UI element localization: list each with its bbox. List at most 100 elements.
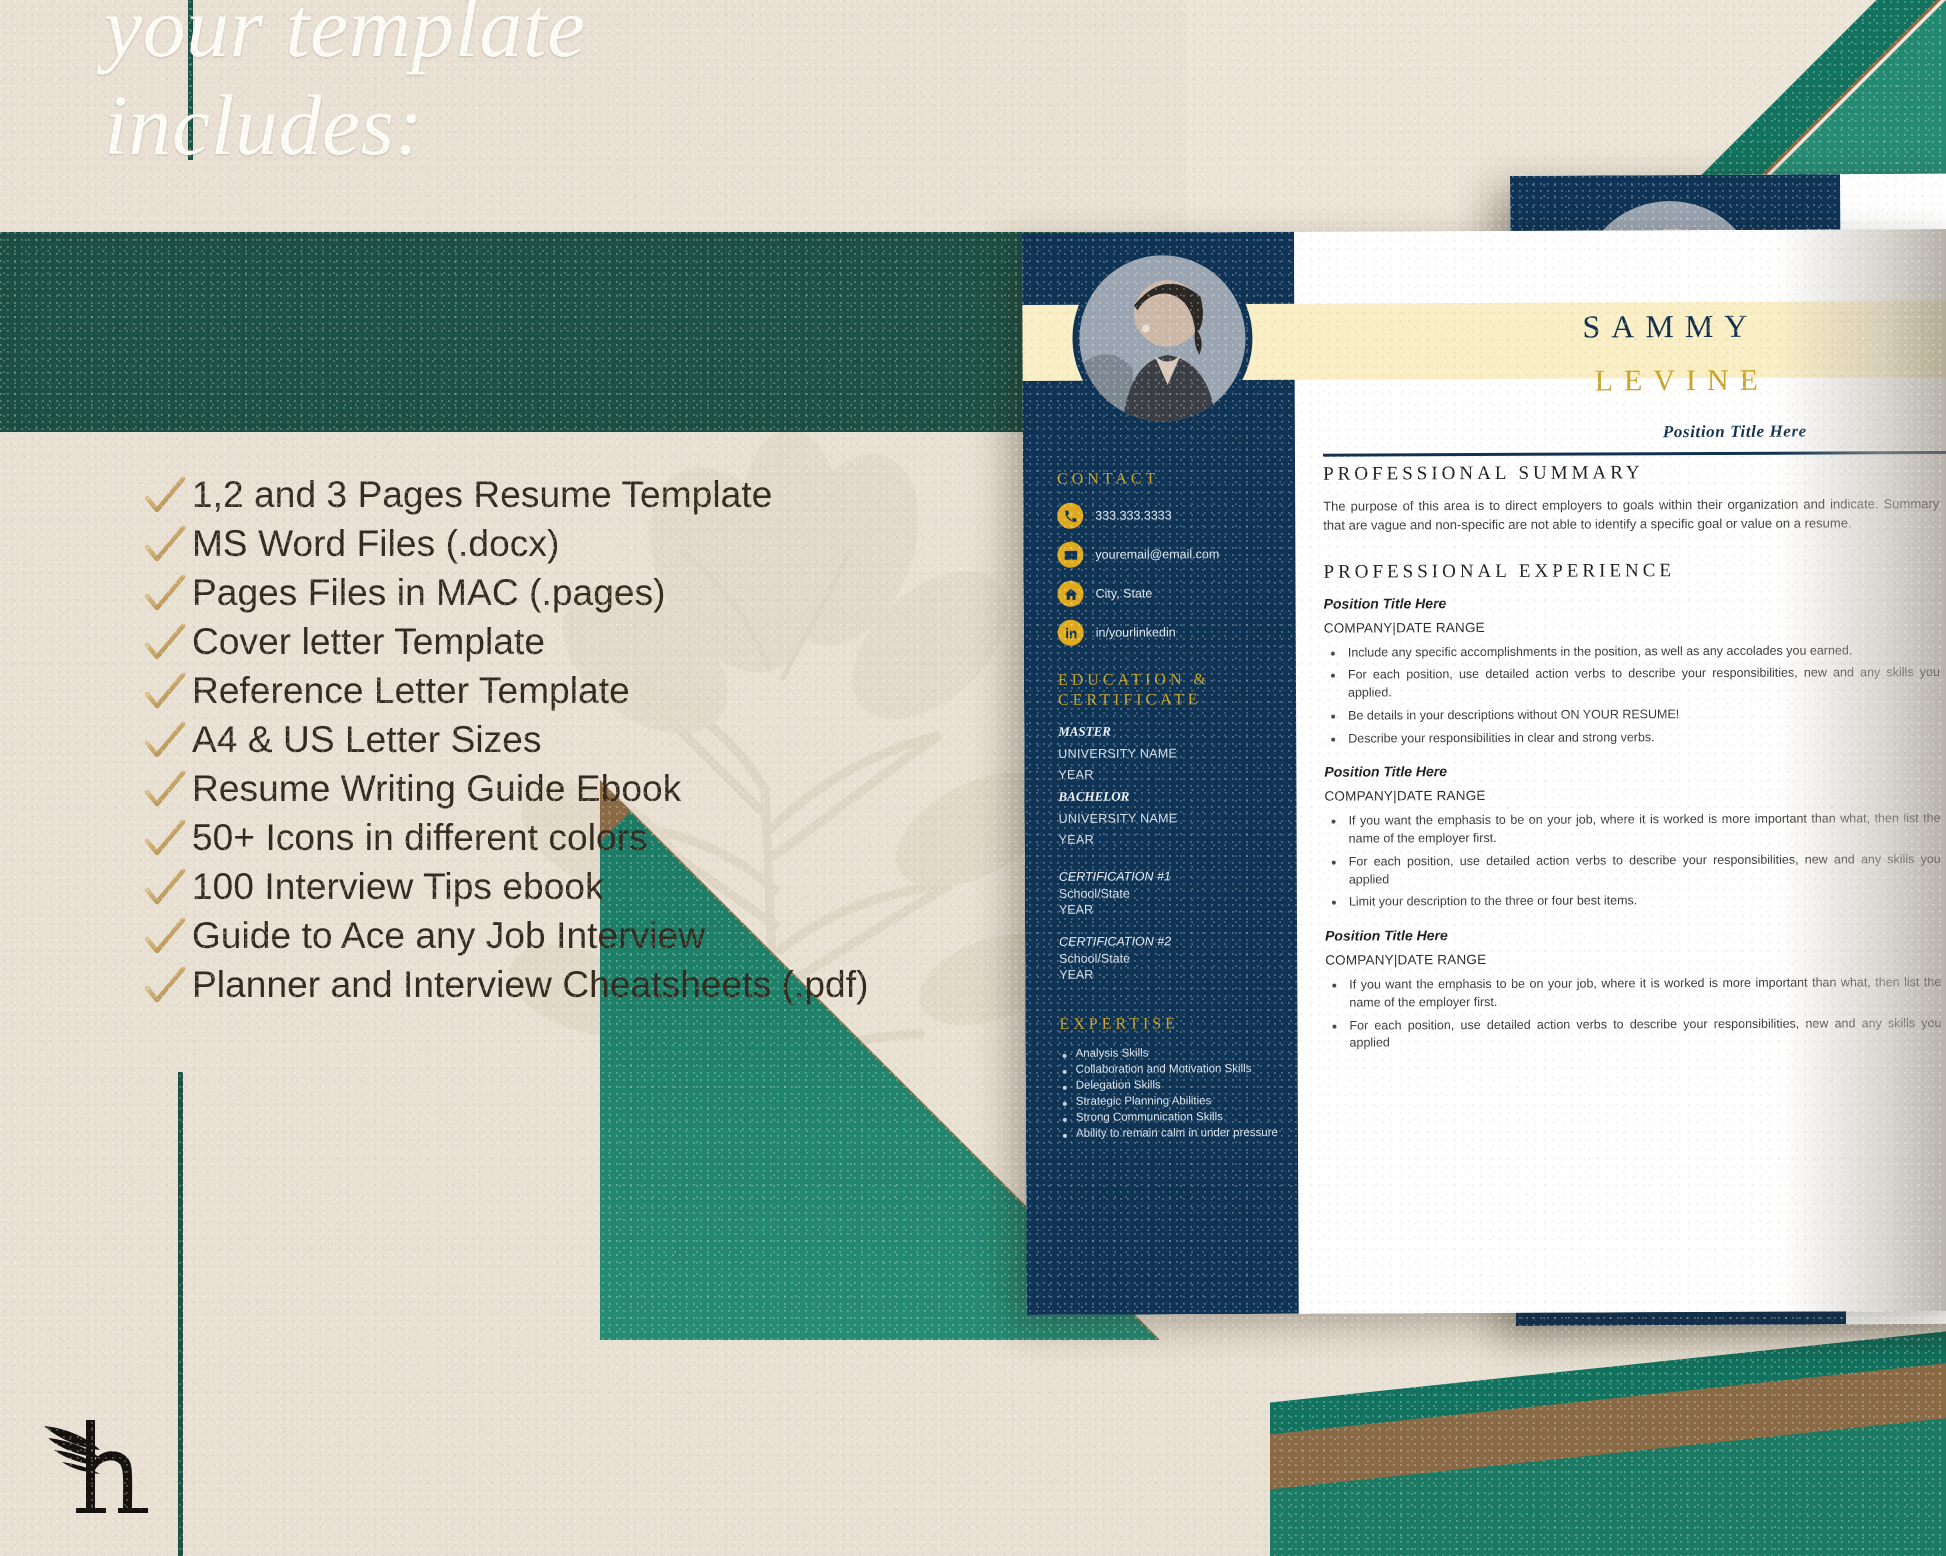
list-item: Cover letter Template — [140, 617, 1040, 666]
list-item: 1,2 and 3 Pages Resume Template — [140, 470, 1040, 519]
contact-linkedin-value: in/yourlinkedin — [1095, 625, 1176, 640]
expertise-item: Strategic Planning Abilities — [1060, 1095, 1284, 1108]
resume1-sidebar-content: CONTACT 333.333.3333 youremail@email.com… — [1057, 470, 1284, 1144]
list-item-label: 1,2 and 3 Pages Resume Template — [192, 473, 773, 515]
check-mark-icon — [140, 568, 192, 617]
resume-preview-page-1[interactable]: SAMMY LEVINE Position Title Here CONTACT… — [1022, 228, 1946, 1315]
experience-bullet: Include any specific accomplishments in … — [1324, 642, 1940, 662]
certification-school: School/State — [1058, 886, 1130, 901]
experience-bullet: For each position, use detailed action v… — [1324, 664, 1940, 702]
page-title: your template includes: — [104, 0, 586, 174]
education-section: EDUCATION & CERTIFICATE MASTER UNIVERSIT… — [1058, 671, 1283, 982]
experience-entry: Position Title Here COMPANY|DATE RANGE I… — [1325, 925, 1942, 1053]
summary-body: The purpose of this area is to direct em… — [1323, 496, 1940, 533]
expertise-item: Ability to remain calm in under pressure — [1060, 1127, 1284, 1140]
experience-bullets: If you want the emphasis to be on your j… — [1325, 810, 1941, 911]
school-year: YEAR — [1058, 832, 1094, 847]
position-title: Position Title Here — [1325, 927, 1448, 944]
check-mark-icon — [140, 813, 192, 862]
experience-heading: PROFESSIONAL EXPERIENCE — [1323, 559, 1676, 583]
position-title: Position Title Here — [1323, 594, 1447, 612]
certification-year: YEAR — [1058, 902, 1094, 917]
phone-icon — [1057, 502, 1084, 529]
list-item: A4 & US Letter Sizes — [140, 715, 1040, 764]
expertise-section: EXPERTISE Analysis Skills Collaboration … — [1059, 1015, 1284, 1140]
list-item-label: Reference Letter Template — [192, 669, 630, 711]
list-item-label: Cover letter Template — [192, 620, 546, 662]
check-mark-icon — [140, 617, 192, 666]
list-item: MS Word Files (.docx) — [140, 519, 1040, 568]
expertise-item: Delegation Skills — [1060, 1079, 1284, 1092]
company-daterange: COMPANY|DATE RANGE — [1324, 788, 1486, 805]
education-heading-line2: CERTIFICATE — [1058, 691, 1202, 709]
experience-bullet: Limit your description to the three or f… — [1325, 891, 1941, 911]
school-name: UNIVERSITY NAME — [1058, 746, 1178, 761]
school-name: UNIVERSITY NAME — [1058, 811, 1178, 826]
experience-bullets: Include any specific accomplishments in … — [1324, 642, 1940, 748]
certification-year: YEAR — [1059, 967, 1094, 982]
check-mark-icon — [140, 960, 192, 1009]
contact-row: in/yourlinkedin — [1057, 619, 1282, 646]
resume1-header-white — [1294, 252, 1946, 304]
contact-heading: CONTACT — [1057, 470, 1160, 488]
experience-bullet: For each position, use detailed action v… — [1325, 851, 1941, 889]
experience-entry: Position Title Here COMPANY|DATE RANGE I… — [1324, 761, 1941, 911]
education-heading-line1: EDUCATION & — [1057, 671, 1210, 689]
experience-bullet: For each position, use detailed action v… — [1325, 1015, 1941, 1053]
list-item-label: Pages Files in MAC (.pages) — [192, 571, 666, 613]
linkedin-icon — [1057, 619, 1084, 646]
check-mark-icon — [140, 862, 192, 911]
bottom-right-strip — [1270, 1296, 1946, 1556]
contact-location-value: City, State — [1095, 586, 1153, 601]
expertise-list: Analysis Skills Collaboration and Motiva… — [1060, 1047, 1284, 1140]
winged-h-logo — [40, 1408, 150, 1528]
resume-last-name: LEVINE — [1594, 363, 1770, 398]
list-item: Guide to Ace any Job Interview — [140, 911, 1040, 960]
experience-bullet: Describe your responsibilities in clear … — [1324, 728, 1940, 748]
school-year: YEAR — [1058, 767, 1094, 782]
summary-heading: PROFESSIONAL SUMMARY — [1323, 462, 1644, 485]
list-item-label: MS Word Files (.docx) — [192, 522, 560, 564]
list-item-label: Guide to Ace any Job Interview — [192, 914, 706, 956]
resume-position-title: Position Title Here — [1662, 421, 1807, 442]
resume1-main-content: PROFESSIONAL SUMMARY The purpose of this… — [1295, 461, 1946, 1069]
contact-row: City, State — [1057, 580, 1282, 607]
resume-first-name: SAMMY — [1582, 307, 1759, 345]
features-checklist: 1,2 and 3 Pages Resume Template MS Word … — [140, 470, 1040, 1009]
list-item-label: 100 Interview Tips ebook — [192, 865, 604, 907]
avatar — [1072, 247, 1253, 429]
list-item: 100 Interview Tips ebook — [140, 862, 1040, 911]
list-item: Resume Writing Guide Ebook — [140, 764, 1040, 813]
check-mark-icon — [140, 519, 192, 568]
certification-title: CERTIFICATION #2 — [1059, 934, 1172, 949]
contact-row: youremail@email.com — [1057, 541, 1281, 568]
contact-phone-value: 333.333.3333 — [1095, 508, 1172, 523]
list-item-label: Planner and Interview Cheatsheets (.pdf) — [192, 963, 869, 1005]
certification-school: School/State — [1059, 951, 1131, 966]
expertise-item: Analysis Skills — [1060, 1047, 1284, 1060]
list-item-label: 50+ Icons in different colors — [192, 816, 648, 858]
certification-title: CERTIFICATION #1 — [1058, 869, 1171, 884]
company-daterange: COMPANY|DATE RANGE — [1323, 619, 1485, 636]
list-item-label: Resume Writing Guide Ebook — [192, 767, 682, 809]
experience-entry: Position Title Here COMPANY|DATE RANGE I… — [1324, 593, 1941, 748]
decorative-rule-bottom — [178, 1072, 183, 1556]
envelope-icon — [1057, 541, 1084, 568]
check-mark-icon — [140, 470, 192, 519]
degree-title: BACHELOR — [1058, 788, 1130, 804]
contact-email-value: youremail@email.com — [1095, 547, 1220, 562]
list-item: Pages Files in MAC (.pages) — [140, 568, 1040, 617]
check-mark-icon — [140, 911, 192, 960]
poster-canvas: your template includes: 1,2 and 3 Pages … — [0, 0, 1946, 1556]
list-item: Reference Letter Template — [140, 666, 1040, 715]
list-item: Planner and Interview Cheatsheets (.pdf) — [140, 960, 1040, 1009]
experience-bullet: If you want the emphasis to be on your j… — [1325, 974, 1941, 1012]
check-mark-icon — [140, 764, 192, 813]
expertise-item: Collaboration and Motivation Skills — [1060, 1063, 1284, 1076]
position-title: Position Title Here — [1324, 763, 1448, 781]
experience-bullets: If you want the emphasis to be on your j… — [1325, 974, 1941, 1053]
expertise-heading: EXPERTISE — [1059, 1015, 1179, 1033]
company-daterange: COMPANY|DATE RANGE — [1325, 952, 1487, 968]
experience-bullet: Be details in your descriptions without … — [1324, 705, 1940, 725]
list-item: 50+ Icons in different colors — [140, 813, 1040, 862]
